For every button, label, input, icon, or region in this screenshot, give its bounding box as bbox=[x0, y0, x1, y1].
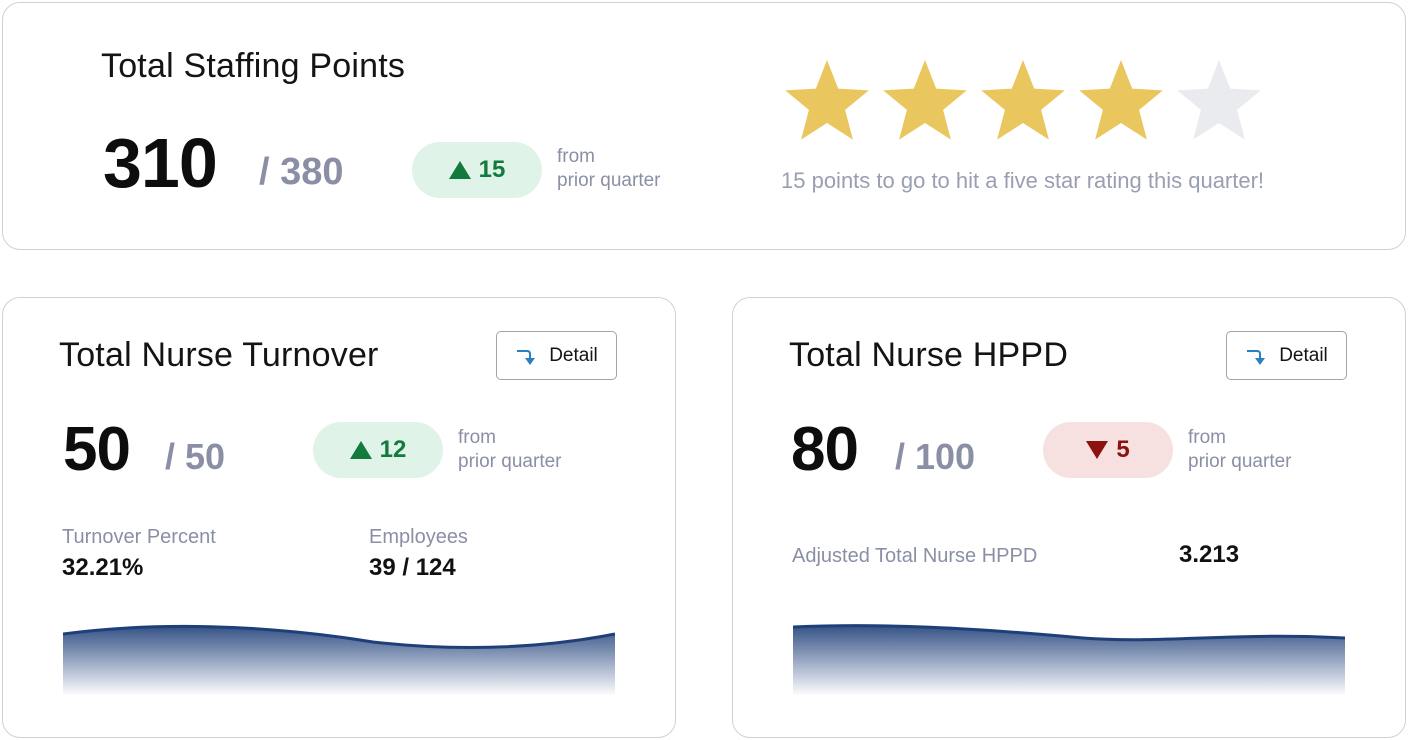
hppd-change-badge: 5 bbox=[1043, 422, 1173, 478]
star-rating bbox=[783, 58, 1263, 146]
staffing-points-value: 310 bbox=[103, 124, 218, 202]
prior-quarter-line: prior quarter bbox=[557, 170, 661, 191]
turnover-detail-button[interactable]: Detail bbox=[496, 331, 617, 380]
adjusted-hppd-label: Adjusted Total Nurse HPPD bbox=[792, 545, 1038, 567]
nurse-hppd-total: / 100 bbox=[895, 436, 976, 477]
detail-label: Detail bbox=[549, 344, 598, 366]
hppd-sparkline bbox=[793, 624, 1345, 696]
nurse-turnover-value: 50 bbox=[63, 415, 131, 484]
hppd-change-value: 5 bbox=[1116, 436, 1130, 463]
turnover-change-value: 12 bbox=[379, 436, 407, 463]
employees-value: 39 / 124 bbox=[369, 554, 456, 581]
from-line: from bbox=[458, 427, 496, 448]
star-empty-icon bbox=[1177, 60, 1261, 140]
staffing-change-value: 15 bbox=[478, 156, 506, 183]
arrow-turn-down-icon bbox=[1247, 349, 1266, 365]
hppd-detail-button[interactable]: Detail bbox=[1226, 331, 1347, 380]
triangle-down-icon bbox=[1086, 441, 1109, 459]
star-filled-icon bbox=[785, 60, 869, 140]
turnover-from-label: from prior quarter bbox=[458, 426, 562, 474]
star-filled-icon bbox=[981, 60, 1065, 140]
from-line: from bbox=[557, 146, 595, 167]
arrow-turn-down-icon bbox=[517, 349, 536, 365]
from-line: from bbox=[1188, 427, 1226, 448]
turnover-sparkline bbox=[63, 624, 615, 696]
adjusted-hppd-value: 3.213 bbox=[1179, 541, 1240, 568]
nurse-turnover-title: Total Nurse Turnover bbox=[59, 336, 379, 374]
turnover-percent-value: 32.21% bbox=[62, 554, 144, 581]
detail-label: Detail bbox=[1279, 344, 1328, 366]
prior-quarter-line: prior quarter bbox=[1188, 451, 1292, 472]
nurse-turnover-card: Total Nurse Turnover Detail 50 / 50 12 f… bbox=[2, 297, 676, 738]
nurse-hppd-title: Total Nurse HPPD bbox=[789, 336, 1069, 374]
nurse-hppd-value: 80 bbox=[791, 415, 859, 484]
turnover-change-badge: 12 bbox=[313, 422, 443, 478]
star-filled-icon bbox=[883, 60, 967, 140]
triangle-up-icon bbox=[448, 161, 471, 179]
nurse-hppd-card: Total Nurse HPPD Detail 80 / 100 5 from … bbox=[732, 297, 1406, 738]
staffing-points-title: Total Staffing Points bbox=[101, 47, 406, 85]
staffing-change-badge: 15 bbox=[412, 142, 542, 198]
staffing-points-card: Total Staffing Points 310 / 380 15 from … bbox=[2, 2, 1406, 250]
triangle-up-icon bbox=[349, 441, 372, 459]
turnover-percent-label: Turnover Percent bbox=[62, 526, 216, 548]
prior-quarter-line: prior quarter bbox=[458, 451, 562, 472]
employees-label: Employees bbox=[369, 526, 468, 548]
nurse-turnover-total: / 50 bbox=[165, 436, 226, 477]
staffing-from-label: from prior quarter bbox=[557, 145, 661, 193]
star-filled-icon bbox=[1079, 60, 1163, 140]
hppd-from-label: from prior quarter bbox=[1188, 426, 1292, 474]
star-rating-message: 15 points to go to hit a five star ratin… bbox=[781, 168, 1265, 193]
staffing-points-total: / 380 bbox=[259, 151, 344, 193]
